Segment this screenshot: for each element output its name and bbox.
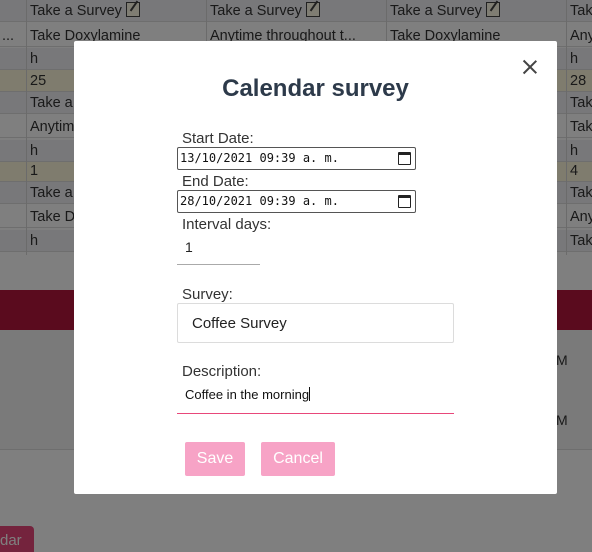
end-date-input[interactable]: 28/10/2021 09:39 a. m. [177, 190, 416, 213]
interval-days-label: Interval days: [182, 216, 272, 233]
calendar-icon[interactable] [398, 195, 411, 208]
survey-label: Survey: [182, 286, 233, 303]
text-caret [309, 387, 311, 401]
start-date-value: 13/10/2021 09:39 a. m. [180, 151, 339, 165]
description-label: Description: [182, 363, 262, 380]
cancel-button[interactable]: Cancel [261, 442, 335, 476]
calendar-survey-dialog: Calendar survey Start Date: 13/10/2021 0… [74, 41, 557, 494]
end-date-value: 28/10/2021 09:39 a. m. [180, 194, 339, 208]
description-input[interactable]: Coffee in the morning [177, 384, 454, 414]
start-date-input[interactable]: 13/10/2021 09:39 a. m. [177, 147, 416, 170]
description-value: Coffee in the morning [185, 387, 310, 402]
dialog-title: Calendar survey [222, 75, 409, 102]
end-date-label: End Date: [182, 173, 249, 190]
start-date-label: Start Date: [182, 130, 254, 147]
calendar-icon[interactable] [398, 152, 411, 165]
save-button[interactable]: Save [185, 442, 245, 476]
interval-days-input[interactable]: 1 [177, 233, 260, 265]
survey-select[interactable]: Coffee Survey [177, 303, 454, 343]
